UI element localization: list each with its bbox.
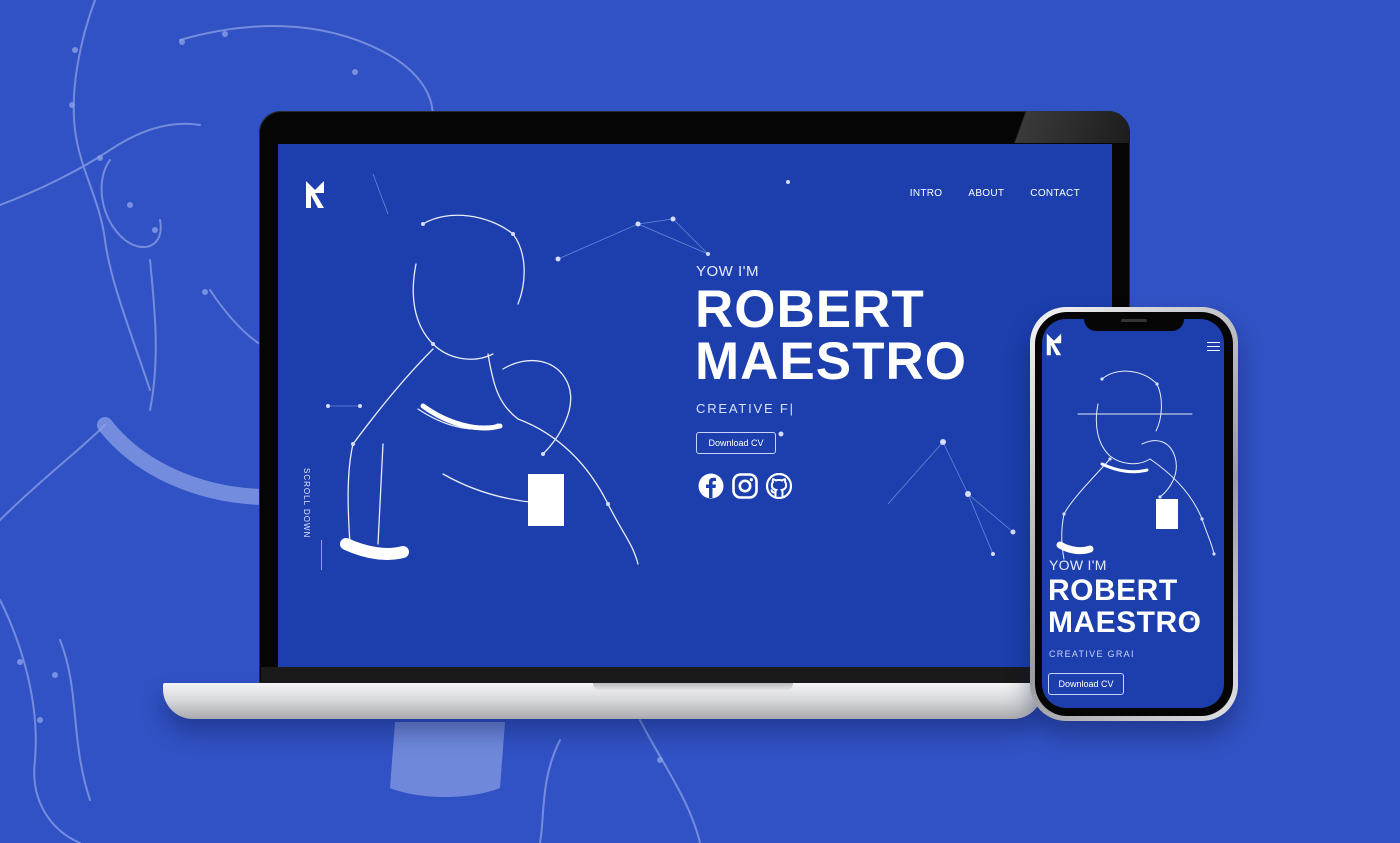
social-links <box>698 472 793 500</box>
nav-contact[interactable]: CONTACT <box>1030 188 1080 199</box>
mobile-hero-name-line2: MAESTRO <box>1048 606 1202 639</box>
download-cv-button[interactable]: Download CV <box>696 432 776 454</box>
phone-screen: YOW I'M ROBERT MAESTRO CREATIVE GRAI Dow… <box>1042 319 1224 708</box>
role-typewriter: CREATIVE F| <box>696 401 795 416</box>
scroll-down-indicator[interactable]: SCROLL DOWN <box>302 468 311 538</box>
portrait-line-art <box>326 173 1016 565</box>
nav-intro[interactable]: INTRO <box>910 188 943 199</box>
mobile-hero-name: ROBERT MAESTRO <box>1048 575 1202 639</box>
hero-name: ROBERT MAESTRO <box>695 280 967 391</box>
logo-icon[interactable] <box>1045 332 1063 356</box>
main-nav: INTRO ABOUT CONTACT <box>910 188 1080 199</box>
logo-icon[interactable] <box>304 179 326 209</box>
laptop-glare <box>980 111 1130 143</box>
mobile-role-typewriter: CREATIVE GRAI <box>1049 649 1135 659</box>
nav-about[interactable]: ABOUT <box>968 188 1004 199</box>
hero-name-line2: MAESTRO <box>695 332 967 391</box>
mobile-download-cv-button[interactable]: Download CV <box>1048 673 1124 695</box>
mobile-greeting: YOW I'M <box>1049 557 1107 573</box>
facebook-icon[interactable] <box>698 473 724 499</box>
greeting: YOW I'M <box>696 263 760 280</box>
laptop-screen: INTRO ABOUT CONTACT YOW I'M ROBERT MAEST… <box>278 144 1112 667</box>
laptop-base <box>163 683 1043 719</box>
scroll-line <box>321 540 322 570</box>
mobile-hero-name-line1: ROBERT <box>1048 574 1178 607</box>
laptop-notch <box>593 683 793 691</box>
instagram-icon[interactable] <box>732 473 758 499</box>
phone-speaker <box>1121 319 1147 322</box>
hero-name-line1: ROBERT <box>695 280 925 339</box>
hamburger-icon[interactable] <box>1207 339 1220 354</box>
github-icon[interactable] <box>765 472 793 500</box>
laptop-bottom-bezel <box>261 667 1128 683</box>
